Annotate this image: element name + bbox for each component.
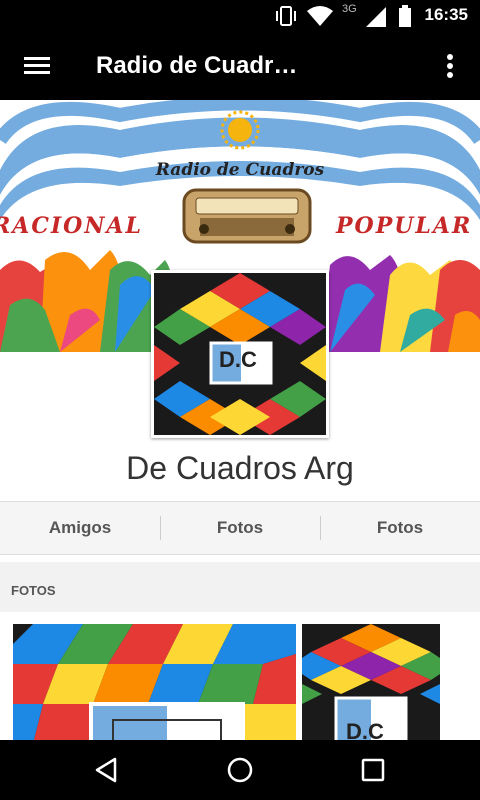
profile-avatar[interactable]: D.C [151, 270, 329, 438]
tab-amigos[interactable]: Amigos [0, 502, 160, 554]
back-button[interactable] [89, 754, 125, 786]
avatar-text: D.C [219, 347, 257, 372]
network-type: 3G [342, 3, 357, 15]
cover-title: Radio de Cuadros [155, 160, 325, 180]
back-icon [95, 757, 117, 783]
avatar-text: D.C [346, 719, 384, 740]
more-vert-icon [447, 54, 453, 78]
profile-tabs: Amigos Fotos Fotos [0, 501, 480, 555]
vibrate-icon [276, 6, 296, 26]
photos-grid: D.C [0, 612, 480, 740]
battery-icon [399, 5, 411, 27]
photos-section-heading: FOTOS [0, 562, 480, 612]
status-bar: 3G 16:35 [0, 0, 480, 32]
menu-button[interactable] [16, 48, 56, 84]
home-icon [227, 757, 253, 783]
cover-word-right: POPULAR [336, 213, 473, 239]
tab-fotos[interactable]: Fotos [160, 502, 320, 554]
toolbar-title: Radio de Cuadr… [96, 52, 298, 79]
photo-thumbnail[interactable] [13, 624, 296, 740]
recents-button[interactable] [355, 754, 391, 786]
profile-content: Radio de Cuadros RACIONAL POPULAR D.C De… [0, 100, 480, 740]
photo-thumbnail[interactable]: D.C [302, 624, 440, 740]
menu-icon [24, 57, 50, 74]
cover-word-left: RACIONAL [0, 213, 143, 239]
signal-icon [366, 7, 386, 27]
system-nav-bar [0, 740, 480, 800]
recents-icon [361, 758, 385, 782]
profile-name: De Cuadros Arg [126, 450, 354, 486]
clock: 16:35 [424, 5, 468, 24]
tab-fotos-2[interactable]: Fotos [320, 502, 480, 554]
wifi-icon [307, 6, 333, 26]
app-toolbar: Radio de Cuadr… [0, 32, 480, 100]
overflow-menu-button[interactable] [438, 50, 462, 82]
home-button[interactable] [222, 754, 258, 786]
